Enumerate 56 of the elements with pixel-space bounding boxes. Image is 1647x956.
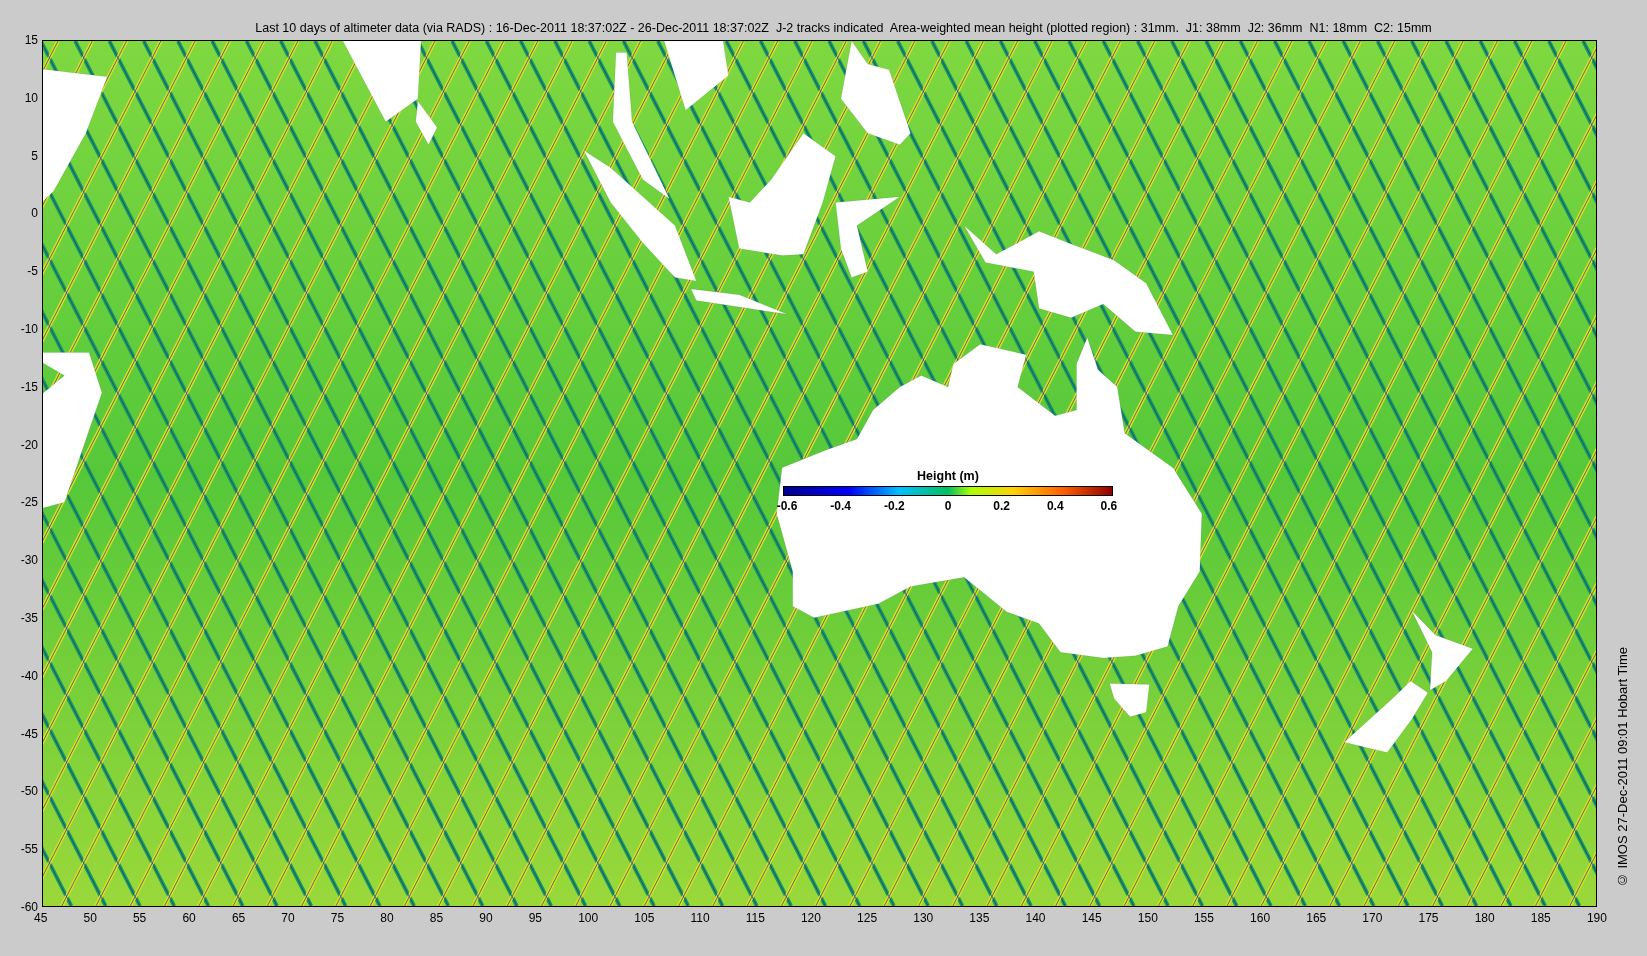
x-tick-label: 115 [745,911,765,925]
x-tick-label: 85 [429,911,444,925]
x-tick-label: 90 [479,911,493,925]
x-tick-label: 100 [578,911,599,925]
x-tick-label: 125 [857,911,878,925]
x-tick-label: 155 [1193,911,1214,925]
x-tick-label: 75 [330,911,345,925]
colorbar-tick-label: -0.4 [829,499,852,513]
x-tick-label: 70 [281,911,295,925]
x-tick-label: 65 [231,911,246,925]
colorbar-tick-label: -0.6 [775,499,799,513]
x-tick-label: 50 [83,911,97,925]
plot-title: Last 10 days of altimeter data (via RADS) : 16-Dec-2011 18:37:02Z - 26-Dec-2011 18:37:02Z J-2 tracks indicated Area-weighted mean height (plotted region) : 31mm. J1: 38mm J2: 36mm N1: 18mm C2: 15mm [255,21,1432,35]
y-tick-label: -15 [20,379,38,394]
x-tick-label: 140 [1025,911,1046,925]
x-tick-label: 55 [132,911,147,925]
y-tick-label: -45 [20,726,38,741]
y-tick-label: -20 [20,437,38,452]
y-tick-label: -5 [27,264,38,279]
colorbar-tick-label: 0 [943,499,953,513]
x-tick-label: 130 [913,911,934,925]
y-tick-label: -35 [20,610,38,625]
y-tick-label: -55 [20,842,38,857]
credit-text: © IMOS 27-Dec-2011 09:01 Hobart Time [1614,646,1630,887]
colorbar-tick-label: 0.2 [992,499,1011,513]
x-tick-label: 190 [1586,911,1607,925]
y-tick-label: -60 [20,899,38,914]
x-tick-label: 60 [182,911,196,925]
x-tick-label: 120 [800,911,821,925]
x-tick-label: 170 [1362,911,1383,925]
colorbar-title: Height (m) [917,469,979,483]
x-tick-label: 180 [1474,911,1495,925]
x-tick-label: 150 [1137,911,1158,925]
colorbar-tick-label: -0.2 [882,499,906,513]
y-tick-label: 0 [31,206,38,221]
x-tick-label: 175 [1418,911,1439,925]
x-tick-label: 95 [528,911,543,925]
y-tick-label: -25 [20,495,38,510]
x-tick-label: 45 [34,911,48,925]
colorbar-tick-label: 0.4 [1045,499,1065,513]
x-tick-label: 185 [1530,911,1551,925]
x-tick-label: 160 [1250,911,1271,925]
colorbar-tick-label: 0.6 [1099,499,1119,513]
x-tick-label: 80 [380,911,394,925]
x-tick-label: 165 [1306,911,1327,925]
y-tick-label: -10 [20,322,38,336]
x-tick-label: 145 [1081,911,1102,925]
y-tick-label: -40 [20,668,38,683]
x-tick-label: 105 [634,911,655,925]
y-tick-label: 15 [24,33,38,47]
y-tick-label: -50 [20,784,38,799]
x-tick-label: 110 [690,911,710,925]
y-tick-label: 5 [31,148,38,163]
y-tick-label: 10 [24,90,38,105]
x-tick-label: 135 [969,911,990,925]
y-tick-label: -30 [20,553,38,568]
